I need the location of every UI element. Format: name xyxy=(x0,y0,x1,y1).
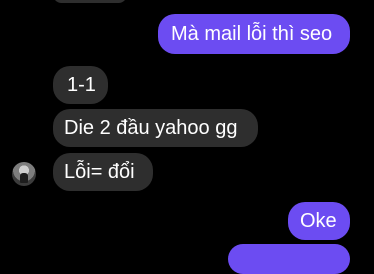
message-text: Lỗi= đổi xyxy=(64,161,135,183)
message-text: Oke xyxy=(300,210,337,232)
message-text: Die 2 đầu yahoo gg xyxy=(64,117,238,139)
message-bubble-incoming[interactable]: 1-1 xyxy=(53,66,108,104)
message-bubble-incoming[interactable]: Lỗi= đổi xyxy=(53,153,153,191)
message-bubble-outgoing-partial[interactable] xyxy=(228,244,350,274)
message-bubble-incoming[interactable]: Die 2 đầu yahoo gg xyxy=(53,109,258,147)
message-text: Mà mail lỗi thì seo xyxy=(171,23,333,45)
message-bubble-outgoing[interactable]: Mà mail lỗi thì seo xyxy=(158,14,350,54)
message-bubble-partial[interactable] xyxy=(53,0,127,3)
contact-avatar[interactable] xyxy=(12,162,36,186)
message-text: 1-1 xyxy=(67,74,96,96)
avatar-figure xyxy=(20,173,28,183)
message-bubble-outgoing[interactable]: Oke xyxy=(288,202,350,240)
